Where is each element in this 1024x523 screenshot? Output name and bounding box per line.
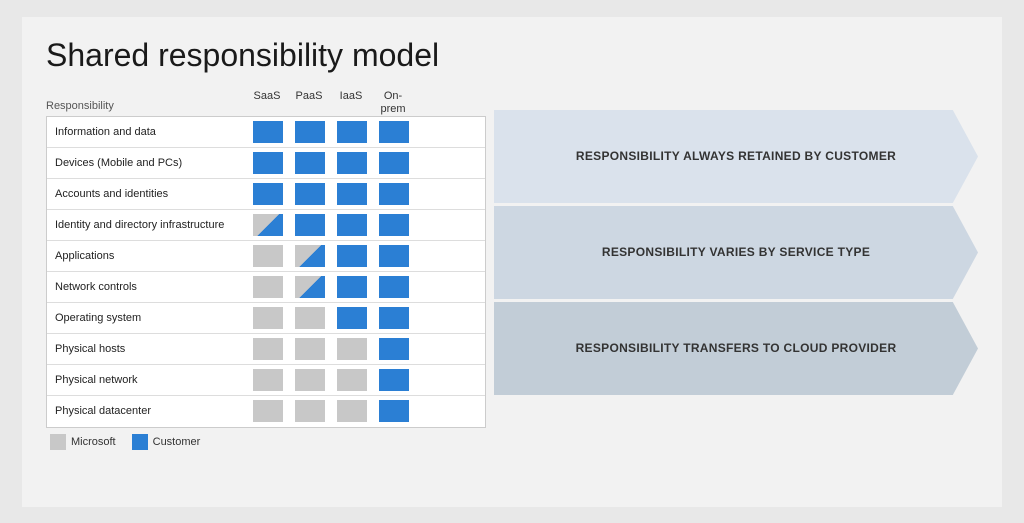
row-label: Physical datacenter [47, 405, 247, 417]
content-area: Responsibility SaaS PaaS IaaS On-prem In… [46, 90, 978, 470]
legend-customer-box [132, 434, 148, 450]
cell-paas [289, 240, 331, 271]
table-row: Applications [47, 241, 485, 272]
cell-onprem [373, 271, 415, 302]
table-row: Information and data [47, 117, 485, 148]
cell-onprem [373, 116, 415, 147]
cells [247, 178, 415, 209]
arrow-label-1: RESPONSIBILITY ALWAYS RETAINED BY CUSTOM… [555, 149, 918, 163]
col-onprem: On-prem [372, 90, 414, 116]
cells [247, 364, 415, 395]
legend: Microsoft Customer [46, 434, 486, 450]
cell-iaas [331, 364, 373, 395]
cell-iaas [331, 116, 373, 147]
cells [247, 209, 415, 240]
row-label: Information and data [47, 126, 247, 138]
legend-microsoft-box [50, 434, 66, 450]
cell-saas [247, 302, 289, 333]
arrow-label-3: RESPONSIBILITY TRANSFERS TO CLOUD PROVID… [555, 341, 918, 355]
col-responsibility-label: Responsibility [46, 100, 246, 116]
col-headers: SaaS PaaS IaaS On-prem [246, 90, 414, 116]
cell-saas [247, 116, 289, 147]
table-row: Physical datacenter [47, 396, 485, 427]
col-saas: SaaS [246, 90, 288, 116]
cell-saas [247, 333, 289, 364]
page-title: Shared responsibility model [46, 37, 978, 74]
table-row: Identity and directory infrastructure [47, 210, 485, 241]
cell-onprem [373, 396, 415, 427]
responsibility-table: Information and data Devices (Mobile and… [46, 116, 486, 428]
row-label: Devices (Mobile and PCs) [47, 157, 247, 169]
cell-iaas [331, 333, 373, 364]
legend-customer: Customer [132, 434, 201, 450]
cell-iaas [331, 271, 373, 302]
cell-saas [247, 240, 289, 271]
row-label: Physical network [47, 374, 247, 386]
cell-saas [247, 147, 289, 178]
cell-onprem [373, 178, 415, 209]
cell-iaas [331, 240, 373, 271]
arrow-label-2: RESPONSIBILITY VARIES BY SERVICE TYPE [555, 245, 918, 259]
cell-iaas [331, 302, 373, 333]
row-label: Network controls [47, 281, 247, 293]
cells [247, 302, 415, 333]
cell-saas [247, 364, 289, 395]
legend-microsoft: Microsoft [50, 434, 116, 450]
cells [247, 240, 415, 271]
cell-saas [247, 396, 289, 427]
cell-iaas [331, 209, 373, 240]
cells [247, 271, 415, 302]
table-row: Operating system [47, 303, 485, 334]
slide: Shared responsibility model Responsibili… [22, 17, 1002, 507]
table-header: Responsibility SaaS PaaS IaaS On-prem [46, 90, 486, 116]
cell-iaas [331, 147, 373, 178]
cells [247, 116, 415, 147]
cells [247, 333, 415, 364]
cell-paas [289, 364, 331, 395]
row-label: Physical hosts [47, 343, 247, 355]
col-iaas: IaaS [330, 90, 372, 116]
cell-paas [289, 302, 331, 333]
legend-customer-label: Customer [153, 436, 201, 448]
row-label: Identity and directory infrastructure [47, 219, 247, 231]
cell-paas [289, 209, 331, 240]
table-row: Physical network [47, 365, 485, 396]
cell-onprem [373, 364, 415, 395]
cell-onprem [373, 209, 415, 240]
cell-onprem [373, 147, 415, 178]
cell-iaas [331, 178, 373, 209]
cell-iaas [331, 396, 373, 427]
row-label: Operating system [47, 312, 247, 324]
row-label: Applications [47, 250, 247, 262]
table-row: Devices (Mobile and PCs) [47, 148, 485, 179]
cell-paas [289, 116, 331, 147]
cell-saas [247, 209, 289, 240]
cell-onprem [373, 333, 415, 364]
cell-paas [289, 271, 331, 302]
arrow-band-2: RESPONSIBILITY VARIES BY SERVICE TYPE [494, 206, 978, 299]
arrow-band-3: RESPONSIBILITY TRANSFERS TO CLOUD PROVID… [494, 302, 978, 395]
table-section: Responsibility SaaS PaaS IaaS On-prem In… [46, 90, 486, 470]
table-row: Physical hosts [47, 334, 485, 365]
cell-saas [247, 178, 289, 209]
arrows-section: RESPONSIBILITY ALWAYS RETAINED BY CUSTOM… [486, 110, 978, 470]
legend-microsoft-label: Microsoft [71, 436, 116, 448]
cells [247, 147, 415, 178]
arrow-band-1: RESPONSIBILITY ALWAYS RETAINED BY CUSTOM… [494, 110, 978, 203]
col-paas: PaaS [288, 90, 330, 116]
cell-paas [289, 147, 331, 178]
cells [247, 396, 415, 427]
cell-paas [289, 333, 331, 364]
cell-onprem [373, 240, 415, 271]
row-label: Accounts and identities [47, 188, 247, 200]
cell-saas [247, 271, 289, 302]
table-row: Accounts and identities [47, 179, 485, 210]
cell-paas [289, 396, 331, 427]
table-row: Network controls [47, 272, 485, 303]
cell-paas [289, 178, 331, 209]
cell-onprem [373, 302, 415, 333]
